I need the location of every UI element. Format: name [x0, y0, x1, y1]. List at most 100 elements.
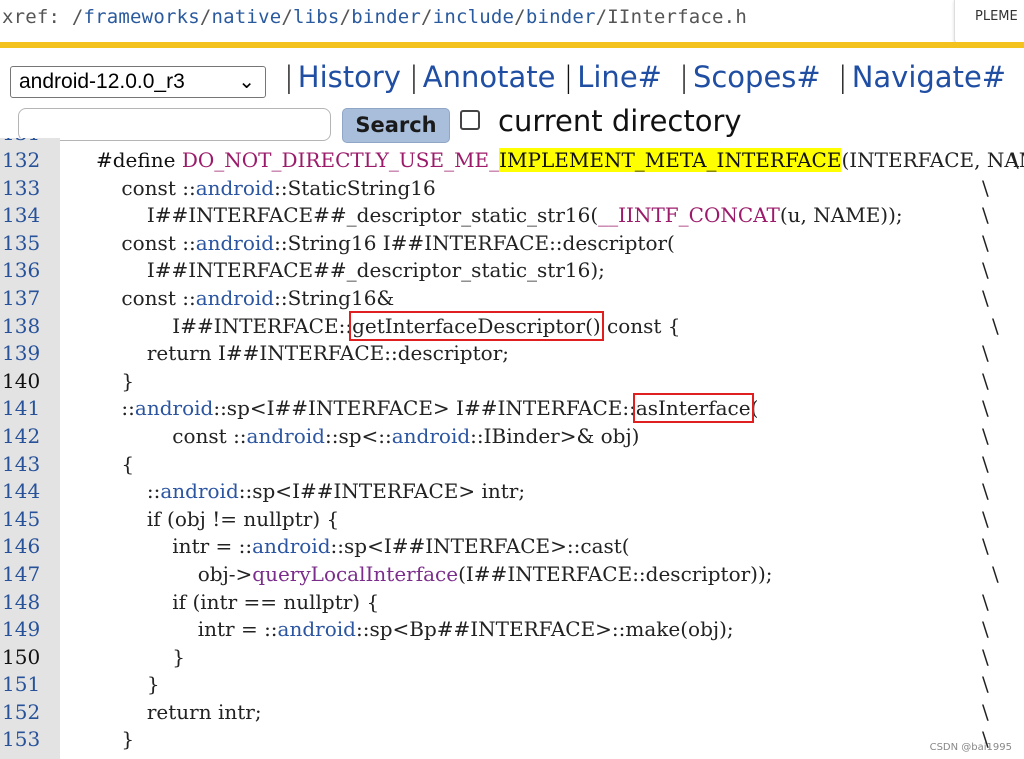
code-line: 138 I##INTERFACE::getInterfaceDescriptor…: [0, 310, 1024, 341]
code-lines: 131132 #define DO_NOT_DIRECTLY_USE_ME_IMP…: [0, 138, 1024, 754]
version-select[interactable]: android-12.0.0_r3 ⌄: [10, 66, 266, 98]
code-line: 145 if (obj != nullptr) { \: [0, 506, 1024, 534]
code-text: intr = ::android::sp<I##INTERFACE>::cast…: [96, 534, 630, 559]
line-number[interactable]: 149: [2, 616, 58, 644]
line-number[interactable]: 138: [2, 313, 58, 341]
breadcrumb-link-frameworks[interactable]: frameworks: [83, 6, 199, 28]
code-line: 140 } \: [0, 368, 1024, 396]
breadcrumb-link-binder[interactable]: binder: [351, 6, 421, 28]
line-continuation: \: [982, 451, 989, 476]
line-number[interactable]: 133: [2, 175, 58, 203]
line-number[interactable]: 147: [2, 561, 58, 589]
line-continuation: \: [982, 258, 989, 283]
line-continuation: \: [992, 313, 999, 338]
code-text: }: [96, 672, 160, 697]
code-line: 151 } \: [0, 671, 1024, 699]
code-text: I##INTERFACE::getInterfaceDescriptor() c…: [96, 310, 681, 341]
nav-link-annotate[interactable]: Annotate: [423, 60, 556, 94]
line-number[interactable]: 139: [2, 340, 58, 368]
watermark: CSDN @bai1995: [929, 742, 1012, 753]
search-input[interactable]: [18, 108, 331, 141]
line-continuation: \: [982, 506, 989, 531]
code-line-partial: 131: [0, 138, 1024, 147]
line-number[interactable]: 132: [2, 147, 58, 175]
code-line: 153 } \: [0, 726, 1024, 754]
line-number[interactable]: 142: [2, 423, 58, 451]
line-continuation: \: [1012, 148, 1019, 172]
line-number[interactable]: 152: [2, 699, 58, 727]
line-number[interactable]: 135: [2, 230, 58, 258]
line-number[interactable]: 137: [2, 285, 58, 313]
line-continuation: \: [982, 672, 989, 697]
code-text: const ::android::String16&: [96, 285, 395, 310]
nav-link-navigate[interactable]: Navigate#: [852, 60, 1006, 94]
code-line: 147 obj->queryLocalInterface(I##INTERFAC…: [0, 561, 1024, 589]
line-number[interactable]: 134: [2, 202, 58, 230]
line-continuation: \: [982, 479, 989, 504]
line-number[interactable]: 150: [2, 644, 58, 672]
nav-links: | History | Annotate | Line# | Scopes# | Naviga…: [284, 60, 1007, 94]
current-directory-checkbox[interactable]: [460, 110, 480, 130]
code-text: intr = ::android::sp<Bp##INTERFACE>::mak…: [96, 617, 734, 642]
code-line: 133 const ::android::StaticString16 \: [0, 175, 1024, 203]
breadcrumb-link-binder-2[interactable]: binder: [526, 6, 596, 28]
code-listing: 131132 #define DO_NOT_DIRECTLY_USE_ME_IMP…: [0, 138, 1024, 759]
line-number[interactable]: 146: [2, 533, 58, 561]
code-text: return I##INTERFACE::descriptor;: [96, 341, 509, 366]
breadcrumb-link-libs[interactable]: libs: [293, 6, 340, 28]
nav-link-scopes[interactable]: Scopes#: [693, 60, 821, 94]
code-line: 137 const ::android::String16& \: [0, 285, 1024, 313]
code-line: 135 const ::android::String16 I##INTERFA…: [0, 230, 1024, 258]
code-text: I##INTERFACE##_descriptor_static_str16(_…: [96, 203, 903, 228]
line-continuation: \: [982, 699, 989, 724]
code-line: 132 #define DO_NOT_DIRECTLY_USE_ME_IMPLEM…: [0, 147, 1024, 175]
code-line: 148 if (intr == nullptr) {\: [0, 589, 1024, 617]
xref-breadcrumb: xref: /frameworks/native/libs/binder/inc…: [2, 6, 747, 28]
line-number[interactable]: 153: [2, 726, 58, 754]
code-line: 149 intr = ::android::sp<Bp##INTERFACE>:…: [0, 616, 1024, 644]
line-continuation: \: [992, 561, 999, 586]
line-continuation: \: [982, 341, 989, 366]
code-text: }: [96, 644, 186, 669]
xref-bar: xref: /frameworks/native/libs/binder/inc…: [0, 0, 1024, 45]
line-number[interactable]: 136: [2, 257, 58, 285]
code-text: {: [96, 451, 135, 476]
code-text: return intr;: [96, 699, 262, 724]
nav-link-history[interactable]: History: [298, 60, 401, 94]
line-continuation: \: [982, 396, 989, 421]
code-line: 150 } \: [0, 644, 1024, 672]
code-line: 139 return I##INTERFACE::descriptor; \: [0, 340, 1024, 368]
line-continuation: \: [982, 285, 989, 310]
breadcrumb-link-include[interactable]: include: [433, 6, 514, 28]
search-highlight: IMPLEMENT_META_INTERFACE: [499, 148, 842, 172]
code-line: 144 ::android::sp<I##INTERFACE> intr; \: [0, 478, 1024, 506]
nav-row: android-12.0.0_r3 ⌄ | History | Annotate | Li…: [0, 56, 1024, 106]
nav-link-line[interactable]: Line#: [577, 60, 662, 94]
code-text: #define DO_NOT_DIRECTLY_USE_ME_IMPLEMENT…: [96, 148, 1024, 172]
code-line: 134 I##INTERFACE##_descriptor_static_str…: [0, 202, 1024, 230]
line-number[interactable]: 131: [2, 138, 58, 147]
line-number[interactable]: 143: [2, 451, 58, 479]
line-number[interactable]: 151: [2, 671, 58, 699]
line-continuation: \: [982, 617, 989, 642]
line-continuation: \: [982, 203, 989, 228]
line-continuation: \: [982, 423, 989, 448]
line-continuation: \: [982, 230, 989, 255]
line-number[interactable]: 140: [2, 368, 58, 396]
line-continuation: \: [982, 644, 989, 669]
code-text: if (obj != nullptr) {: [96, 506, 340, 531]
corner-panel-label: PLEME: [975, 9, 1018, 24]
line-continuation: \: [982, 534, 989, 559]
code-text: ::android::sp<I##INTERFACE> I##INTERFACE…: [96, 393, 759, 424]
line-number[interactable]: 145: [2, 506, 58, 534]
xref-prefix: xref: /: [2, 6, 84, 28]
breadcrumb-link-native[interactable]: native: [212, 6, 282, 28]
code-text: const ::android::String16 I##INTERFACE::…: [96, 230, 675, 255]
corner-panel[interactable]: PLEME: [954, 0, 1024, 45]
line-number[interactable]: 144: [2, 478, 58, 506]
line-number[interactable]: 148: [2, 589, 58, 617]
line-number[interactable]: 141: [2, 395, 58, 423]
code-text: I##INTERFACE##_descriptor_static_str16);: [96, 258, 605, 283]
line-continuation: \: [982, 175, 989, 200]
header-divider: [0, 42, 1024, 48]
